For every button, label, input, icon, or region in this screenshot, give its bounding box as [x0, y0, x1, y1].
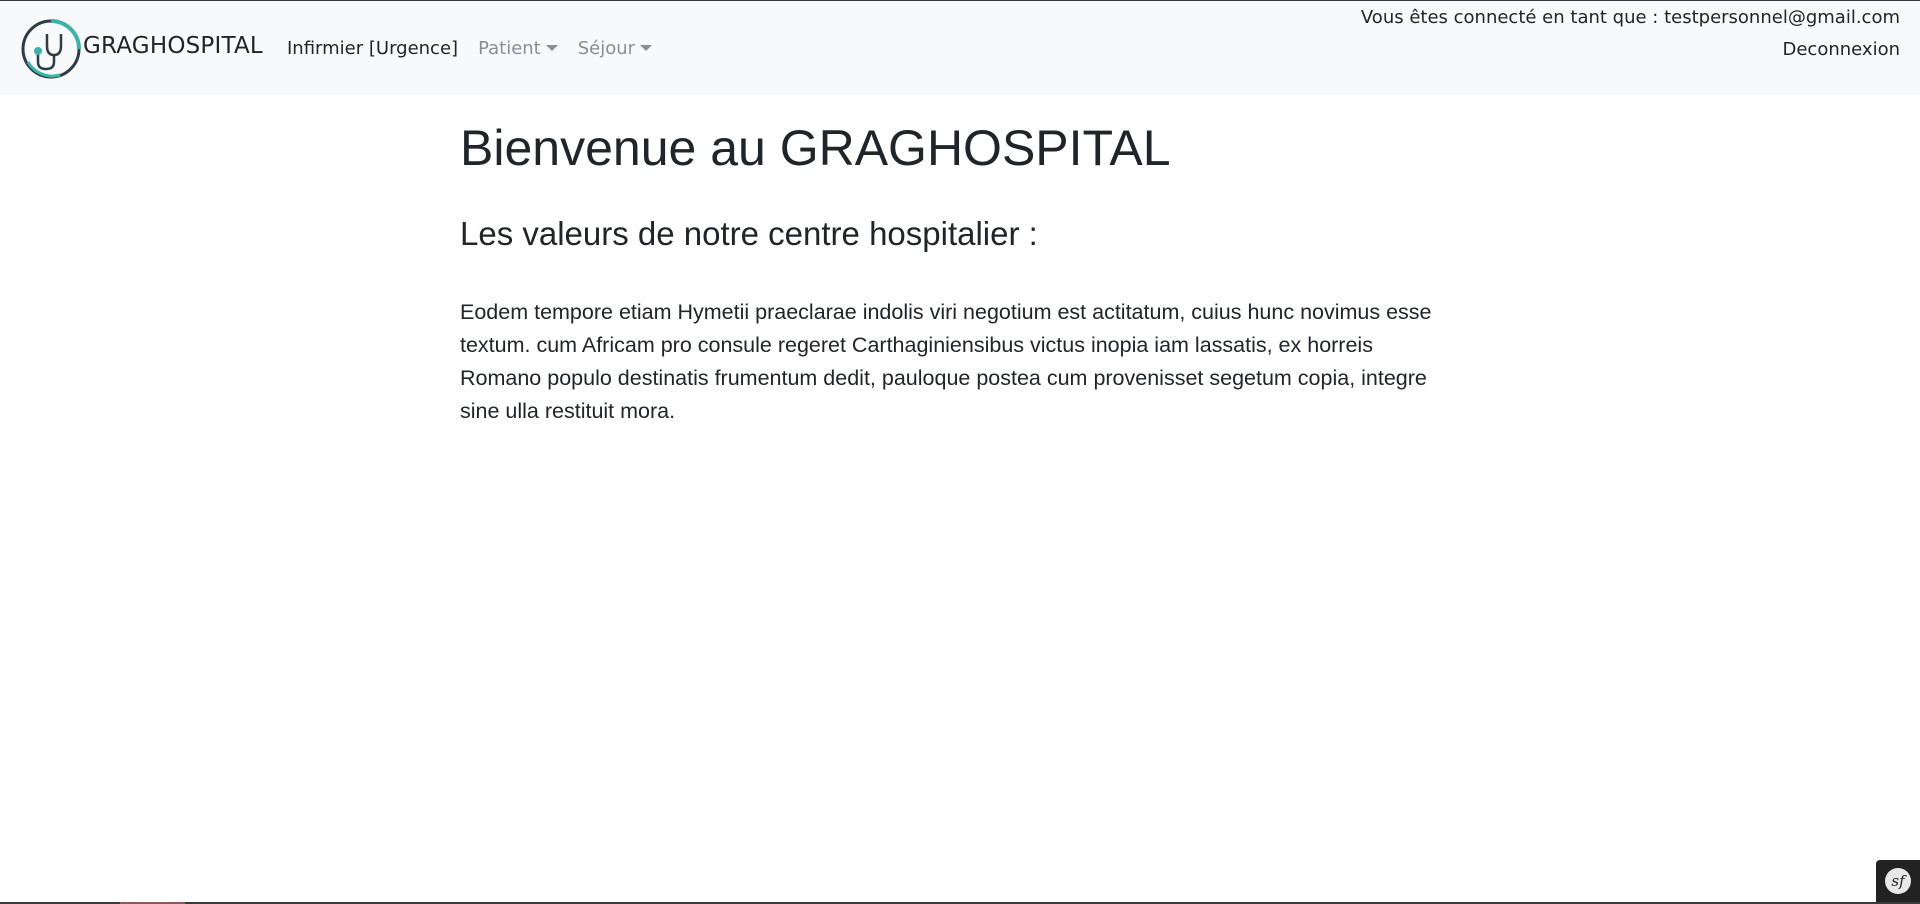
nav-item-infirmier-urgence[interactable]: Infirmier [Urgence]: [287, 38, 458, 59]
caret-down-icon: [545, 45, 558, 51]
stethoscope-logo-icon: [21, 19, 81, 79]
brand-name: GRAGHOSPITAL: [83, 33, 263, 59]
top-navbar: GRAGHOSPITAL Infirmier [Urgence] Patient…: [0, 1, 1920, 95]
nav-item-sejour-label: Séjour: [577, 38, 636, 59]
brand-link[interactable]: GRAGHOSPITAL: [20, 18, 263, 80]
symfony-icon: sf: [1885, 868, 1911, 894]
caret-down-icon: [640, 45, 653, 51]
page-title: Bienvenue au GRAGHOSPITAL: [460, 120, 1171, 176]
main-nav: Infirmier [Urgence] Patient Séjour: [287, 38, 672, 59]
section-title: Les valeurs de notre centre hospitalier …: [460, 215, 1038, 252]
nav-item-patient-label: Patient: [478, 38, 541, 59]
symfony-debug-toolbar-button[interactable]: sf: [1876, 860, 1920, 902]
main-content: Bienvenue au GRAGHOSPITAL Les valeurs de…: [460, 118, 1460, 428]
logout-link[interactable]: Deconnexion: [1783, 39, 1901, 60]
values-paragraph: Eodem tempore etiam Hymetii praeclarae i…: [460, 300, 1432, 423]
nav-dropdown-patient[interactable]: Patient: [478, 38, 558, 59]
nav-dropdown-sejour[interactable]: Séjour: [577, 38, 653, 59]
logged-in-user-text: Vous êtes connecté en tant que : testper…: [1360, 7, 1900, 28]
